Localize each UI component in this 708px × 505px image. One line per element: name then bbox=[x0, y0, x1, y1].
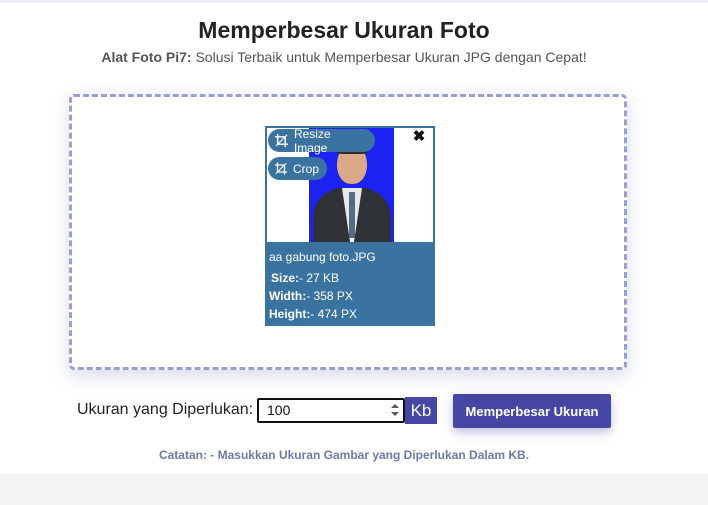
crop-icon bbox=[274, 133, 289, 148]
crop-button[interactable]: Crop bbox=[268, 157, 327, 180]
file-width-label: Width: bbox=[269, 289, 307, 303]
stepper-arrows-icon[interactable] bbox=[389, 401, 401, 419]
resize-image-label: Resize Image bbox=[293, 126, 331, 155]
file-name: aa gabung foto.JPG bbox=[269, 250, 376, 264]
note-text: Catatan: - Masukkan Ukuran Gambar yang D… bbox=[158, 448, 530, 462]
unit-label: Kb bbox=[405, 397, 437, 424]
page-title: Memperbesar Ukuran Foto bbox=[198, 17, 490, 43]
required-size-label: Ukuran yang Diperlukan: bbox=[77, 401, 254, 418]
file-size: Size:- 27 KB bbox=[271, 271, 339, 285]
close-icon[interactable]: ✖ bbox=[411, 128, 427, 146]
file-size-label: Size: bbox=[271, 271, 300, 285]
crop-label: Crop bbox=[292, 161, 319, 176]
enlarge-size-button[interactable]: Memperbesar Ukuran bbox=[453, 394, 611, 428]
file-width-value: - 358 PX bbox=[306, 289, 353, 303]
subtitle-brand: Alat Foto Pi7: bbox=[101, 49, 192, 65]
subtitle-text: Solusi Terbaik untuk Memperbesar Ukuran … bbox=[191, 49, 587, 65]
file-height-label: Height: bbox=[269, 307, 311, 321]
file-size-value: - 27 KB bbox=[299, 271, 340, 285]
file-width: Width:- 358 PX bbox=[269, 289, 353, 303]
file-height-value: - 474 PX bbox=[310, 307, 358, 321]
crop-icon bbox=[274, 162, 288, 175]
required-size-input[interactable]: 100 bbox=[257, 398, 405, 423]
top-divider bbox=[0, 0, 708, 3]
file-height: Height:- 474 PX bbox=[269, 307, 357, 321]
footer-band bbox=[0, 474, 708, 505]
page-subtitle: Alat Foto Pi7: Solusi Terbaik untuk Memp… bbox=[0, 49, 688, 65]
resize-image-button[interactable]: Resize Image bbox=[268, 126, 375, 155]
